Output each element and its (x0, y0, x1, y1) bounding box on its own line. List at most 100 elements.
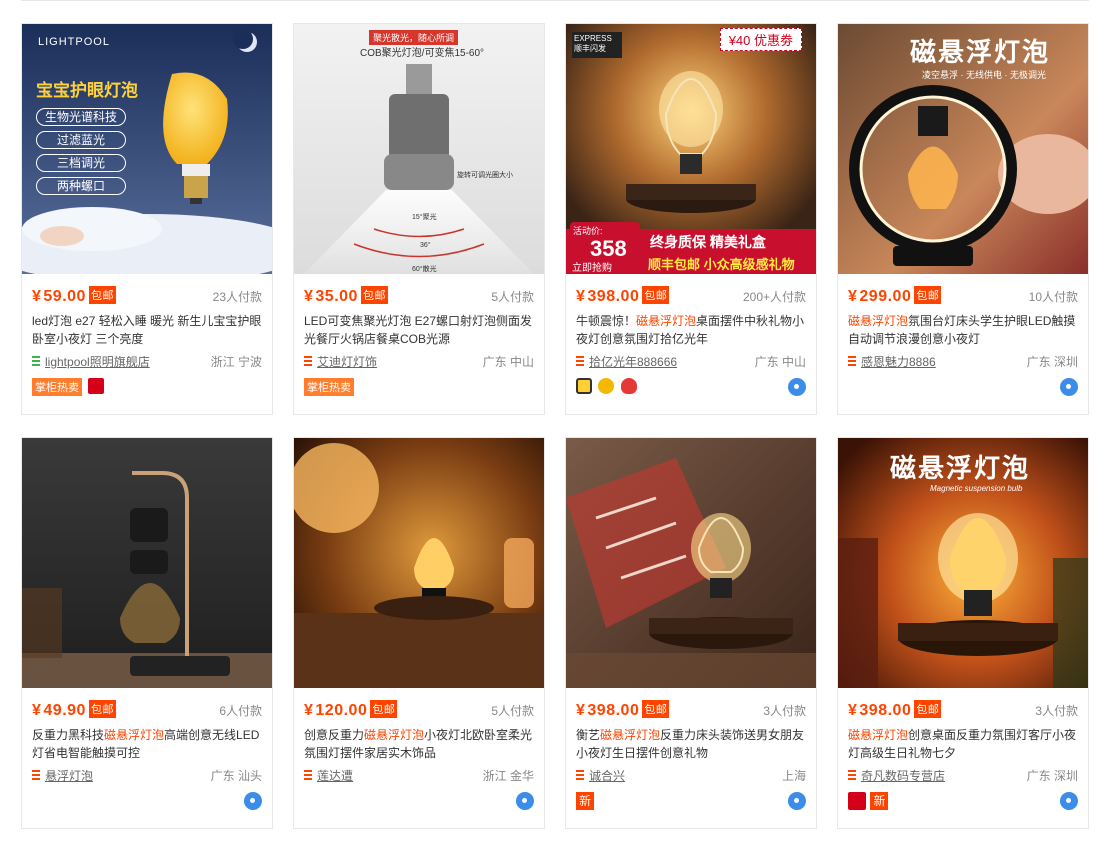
feature-pill: 过滤蓝光 (36, 131, 126, 149)
sales-count: 23人付款 (212, 290, 262, 304)
product-card[interactable]: 磁悬浮灯泡 Magnetic suspension bulb ¥398.00 包邮… (837, 437, 1089, 829)
shop-name[interactable]: 感恩魅力8886 (861, 353, 936, 370)
feature-pill: 两种螺口 (36, 177, 126, 195)
product-title[interactable]: 牛顿震惊！磁悬浮灯泡桌面摆件中秋礼物小夜灯创意氛围灯拾亿光年 (576, 312, 806, 348)
badge-row: 掌柜热卖 (304, 378, 534, 396)
shop-name[interactable]: 艾迪灯灯饰 (317, 353, 377, 370)
badge-row: 掌柜热卖 (32, 378, 262, 396)
image-banner: 聚光散光，随心所调 (369, 30, 459, 45)
sales-count: 6人付款 (219, 704, 262, 718)
price: ¥120.00 包邮 (304, 700, 398, 719)
express-badge: EXPRESS 顺丰闪发 (572, 32, 622, 58)
shop-row: 莲达遭 浙江 金华 (304, 766, 534, 784)
smile-service-icon (598, 378, 615, 394)
product-title[interactable]: 磁悬浮灯泡氛围台灯床头学生护眼LED触摸自动调节浪漫创意小夜灯 (848, 312, 1078, 348)
shop-lines-icon (304, 356, 312, 366)
price: ¥299.00 包邮 (848, 286, 942, 305)
shop-row: lightpool照明旗舰店 浙江 宁波 (32, 352, 262, 370)
tmall-icon (88, 378, 105, 394)
tmall-icon (848, 792, 866, 810)
shop-name[interactable]: 奇凡数码专营店 (861, 767, 945, 784)
shop-name[interactable]: 莲达遭 (317, 767, 353, 784)
badge-row (848, 378, 1078, 396)
shop-row: 奇凡数码专营店 广东 深圳 (848, 766, 1078, 784)
shop-name[interactable]: 拾亿光年888666 (589, 353, 677, 370)
feature-pill: 生物光谱科技 (36, 108, 126, 126)
location: 浙江 金华 (482, 769, 534, 783)
price: ¥35.00 包邮 (304, 286, 388, 305)
product-image[interactable]: 聚光散光，随心所调 COB聚光灯泡/可变焦15-60° 旋转可调光圈大小 15°… (294, 24, 544, 274)
product-image[interactable]: EXPRESS 顺丰闪发 ¥40 优惠劵 活动价: 358 立即抢购 终身质保 … (566, 24, 816, 274)
product-image[interactable] (566, 438, 816, 688)
slogan-secondary: 顺丰包邮 小众高级感礼物 (648, 257, 795, 272)
product-image[interactable] (22, 438, 272, 688)
shop-row: 诚合兴 上海 (576, 766, 806, 784)
angle-label: 15°聚光 (412, 214, 437, 221)
free-shipping-badge: 包邮 (370, 700, 398, 718)
price-row: ¥59.00 包邮 23人付款 (32, 286, 262, 308)
location: 广东 中山 (482, 355, 534, 369)
product-image[interactable]: LIGHTPOOL 宝宝护眼灯泡 生物光谱科技 过滤蓝光 三档调光 两种螺口 (22, 24, 272, 274)
shop-name[interactable]: lightpool照明旗舰店 (45, 353, 150, 370)
shop-row: 艾迪灯灯饰 广东 中山 (304, 352, 534, 370)
free-shipping-badge: 包邮 (914, 286, 942, 304)
shop-row: 悬浮灯泡 广东 汕头 (32, 766, 262, 784)
badge-row (304, 792, 534, 810)
product-title[interactable]: 反重力黑科技磁悬浮灯泡高端创意无线LED灯省电智能触摸可控 (32, 726, 262, 762)
wangwang-chat-icon[interactable] (516, 792, 534, 810)
product-image[interactable]: 磁悬浮灯泡 Magnetic suspension bulb (838, 438, 1088, 688)
wangwang-chat-icon[interactable] (788, 378, 806, 396)
location: 广东 中山 (754, 355, 806, 369)
wangwang-chat-icon[interactable] (1060, 792, 1078, 810)
shop-name[interactable]: 诚合兴 (589, 767, 625, 784)
angle-label: 36° (420, 242, 431, 249)
price-row: ¥398.00 包邮 3人付款 (576, 700, 806, 722)
badge-row: 新 (848, 792, 1078, 810)
price: ¥49.90 包邮 (32, 700, 116, 719)
image-headline: 磁悬浮灯泡 (910, 37, 1051, 67)
product-image[interactable] (294, 438, 544, 688)
location: 广东 深圳 (1026, 355, 1078, 369)
location: 上海 (781, 769, 806, 783)
product-card[interactable]: ¥120.00 包邮 5人付款 创意反重力磁悬浮灯泡小夜灯北欧卧室柔光氛围灯摆件家… (293, 437, 545, 829)
product-title[interactable]: 衡艺磁悬浮灯泡反重力床头装饰送男女朋友小夜灯生日摆件创意礼物 (576, 726, 806, 762)
slogan: 终身质保 精美礼盒 (650, 234, 766, 250)
product-title[interactable]: 磁悬浮灯泡创意桌面反重力氛围灯客厅小夜灯高级生日礼物七夕 (848, 726, 1078, 762)
location: 广东 汕头 (210, 769, 262, 783)
shop-name[interactable]: 悬浮灯泡 (45, 767, 93, 784)
product-title[interactable]: 创意反重力磁悬浮灯泡小夜灯北欧卧室柔光氛围灯摆件家居实木饰品 (304, 726, 534, 762)
coupon-badge: ¥40 优惠劵 (719, 28, 802, 51)
product-card[interactable]: 聚光散光，随心所调 COB聚光灯泡/可变焦15-60° 旋转可调光圈大小 15°… (293, 23, 545, 415)
shop-lines-icon (304, 770, 312, 780)
shop-lines-icon (32, 770, 40, 780)
shop-lines-icon (576, 356, 584, 366)
product-image[interactable]: 磁悬浮灯泡 凌空悬浮 · 无线供电 · 无极调光 (838, 24, 1088, 274)
shop-lines-icon (848, 356, 856, 366)
free-shipping-badge: 包邮 (88, 700, 116, 718)
free-shipping-badge: 包邮 (88, 286, 116, 304)
image-headline: 宝宝护眼灯泡 (36, 81, 138, 100)
wangwang-chat-icon[interactable] (244, 792, 262, 810)
product-card[interactable]: 磁悬浮灯泡 凌空悬浮 · 无线供电 · 无极调光 ¥299.00 包邮 10人付款… (837, 23, 1089, 415)
brand-logo: LIGHTPOOL (38, 36, 110, 48)
product-title[interactable]: LED可变焦聚光灯泡 E27螺口射灯泡侧面发光餐厅火锅店餐桌COB光源 (304, 312, 534, 348)
sales-count: 5人付款 (491, 290, 534, 304)
product-title[interactable]: led灯泡 e27 轻松入睡 暖光 新生儿宝宝护眼卧室小夜灯 三个亮度 (32, 312, 262, 348)
wangwang-chat-icon[interactable] (788, 792, 806, 810)
product-card[interactable]: LIGHTPOOL 宝宝护眼灯泡 生物光谱科技 过滤蓝光 三档调光 两种螺口 ¥… (21, 23, 273, 415)
product-card[interactable]: EXPRESS 顺丰闪发 ¥40 优惠劵 活动价: 358 立即抢购 终身质保 … (565, 23, 817, 415)
image-subtitle: Magnetic suspension bulb (930, 484, 1023, 493)
hot-sale-tag: 掌柜热卖 (32, 378, 82, 396)
shop-lines-icon (32, 356, 40, 366)
shop-lines-icon (576, 770, 584, 780)
product-card[interactable]: ¥398.00 包邮 3人付款 衡艺磁悬浮灯泡反重力床头装饰送男女朋友小夜灯生日摆… (565, 437, 817, 829)
new-tag: 新 (870, 792, 889, 810)
product-card[interactable]: ¥49.90 包邮 6人付款 反重力黑科技磁悬浮灯泡高端创意无线LED灯省电智能触… (21, 437, 273, 829)
badge-row (576, 378, 806, 396)
location: 广东 深圳 (1026, 769, 1078, 783)
sales-count: 200+人付款 (742, 290, 806, 304)
price-row: ¥35.00 包邮 5人付款 (304, 286, 534, 308)
price-row: ¥299.00 包邮 10人付款 (848, 286, 1078, 308)
wangwang-chat-icon[interactable] (1060, 378, 1078, 396)
image-headline: COB聚光灯泡/可变焦15-60° (360, 48, 485, 59)
